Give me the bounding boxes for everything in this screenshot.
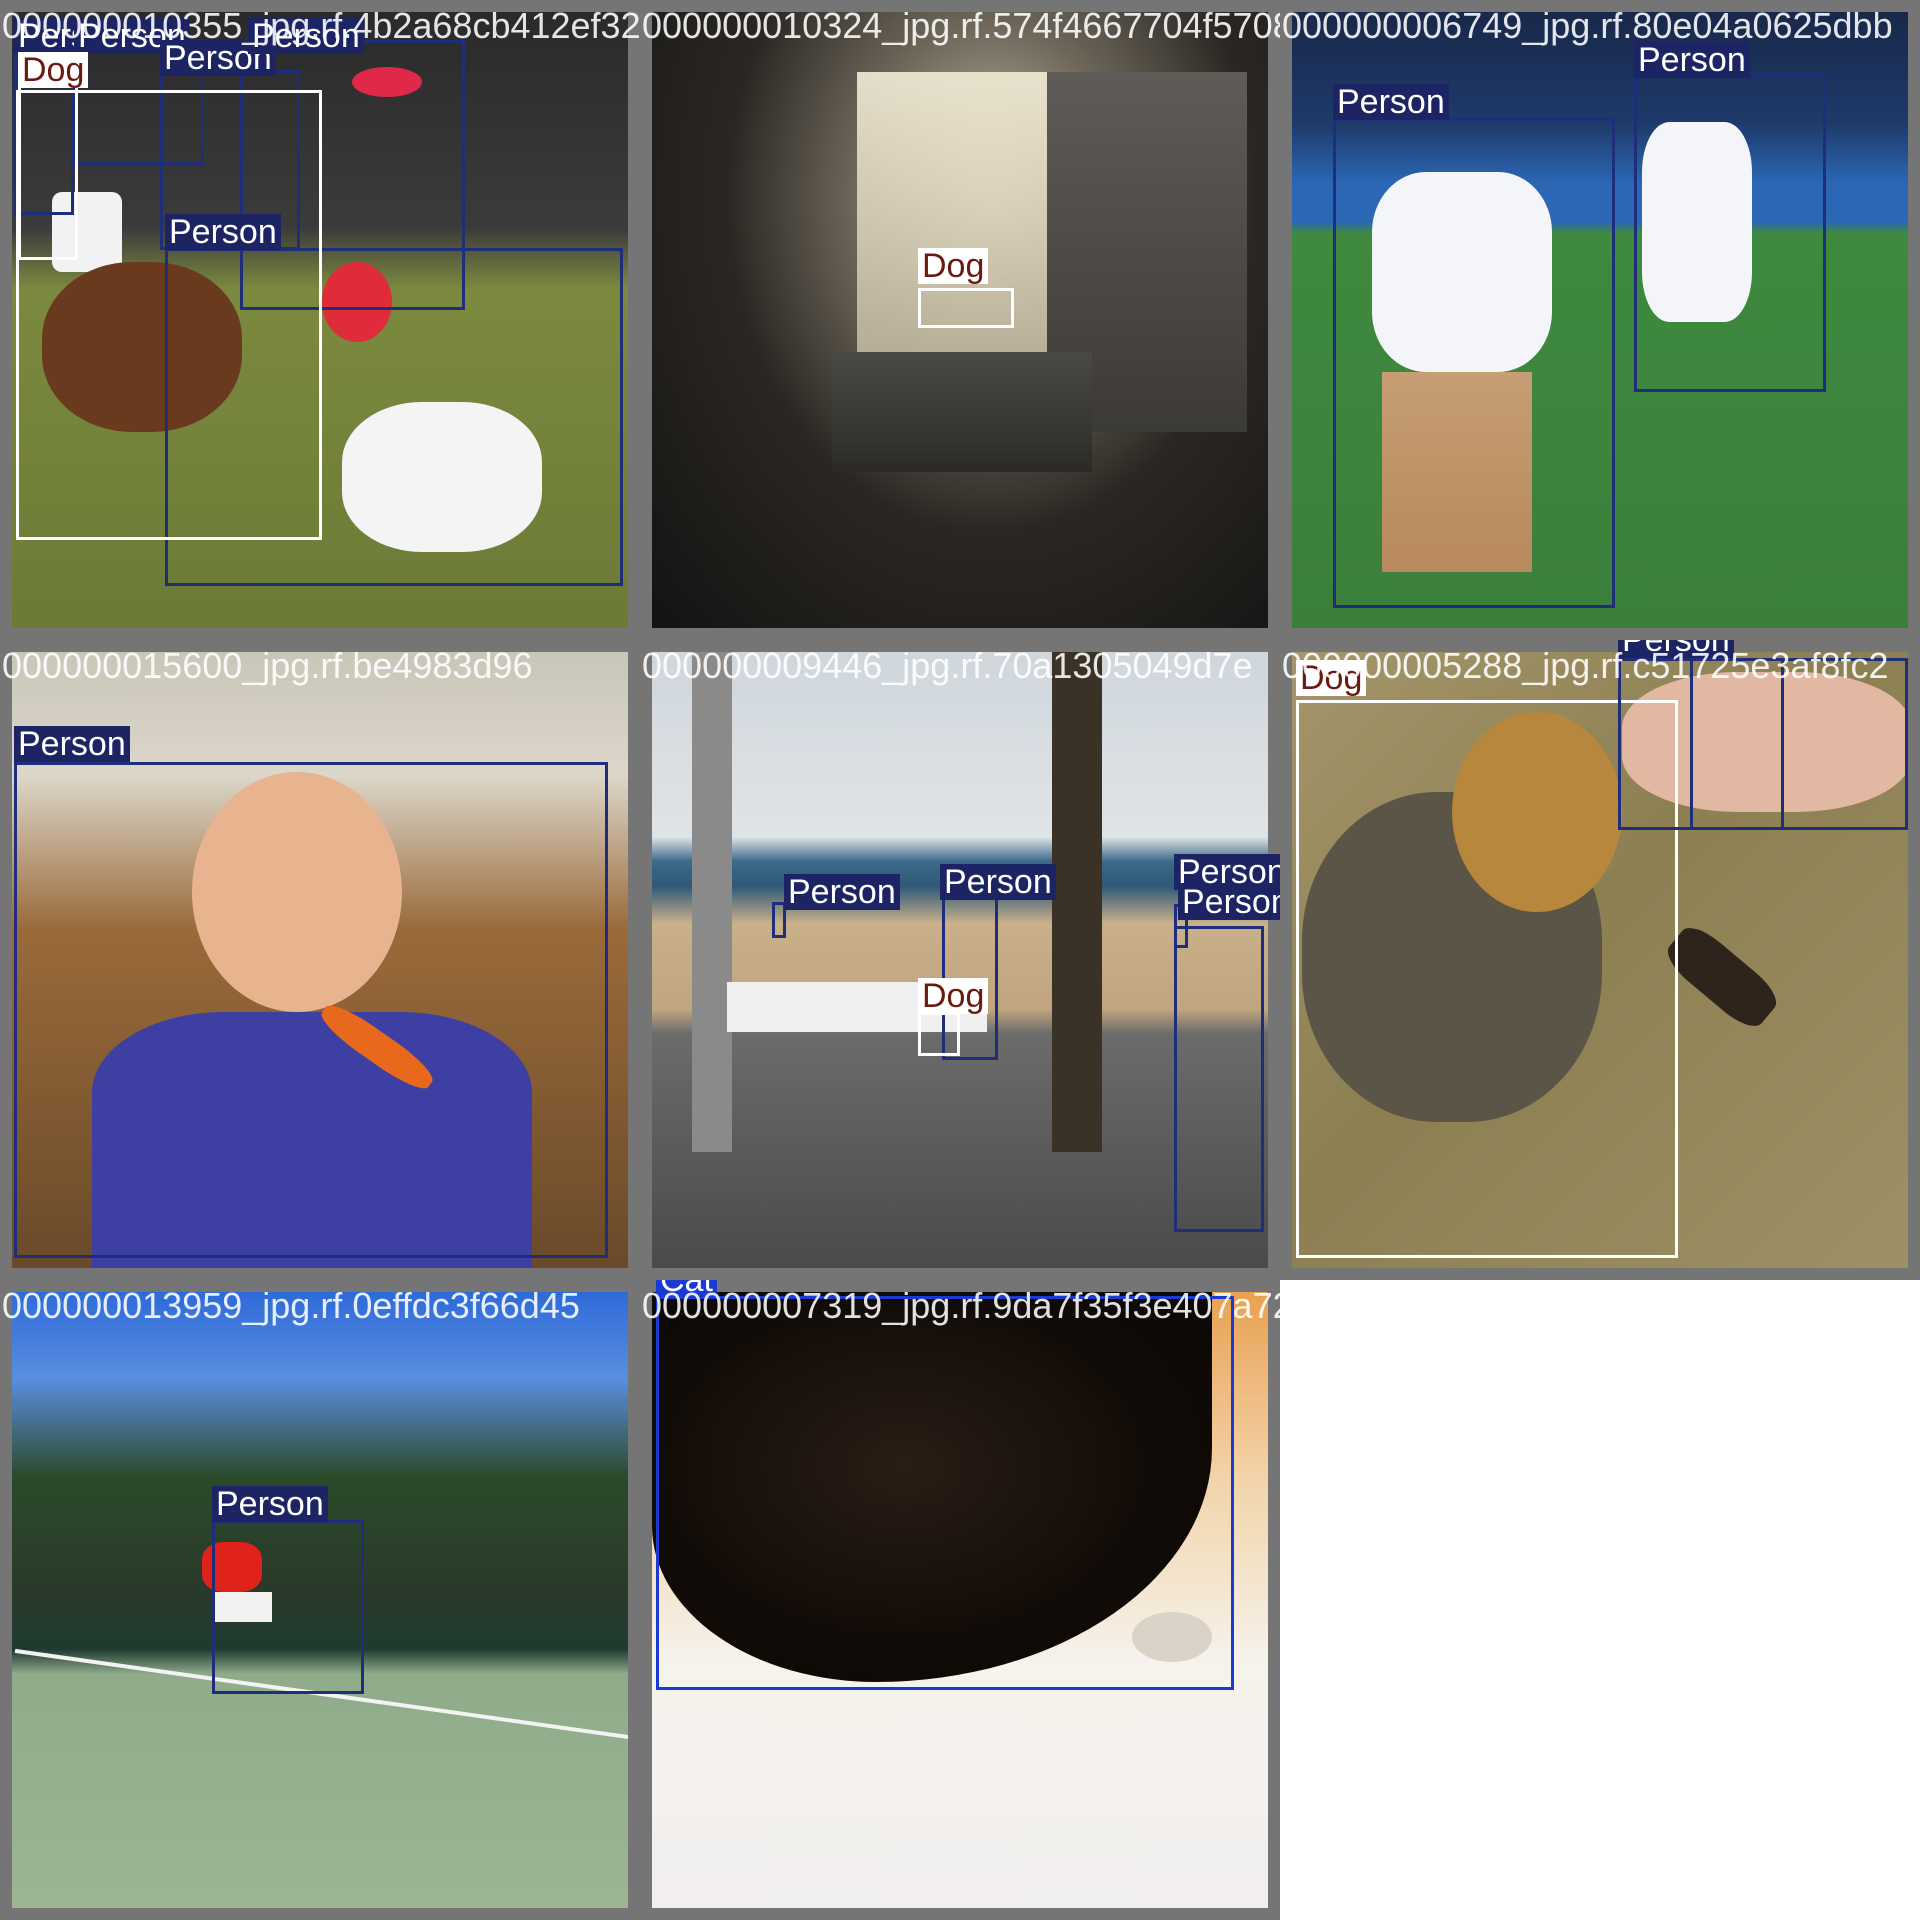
detection-label: Person xyxy=(1333,84,1449,120)
tile-filename: 000000015600_jpg.rf.be4983d96 xyxy=(2,645,533,686)
tile-filename: 000000013959_jpg.rf.0effdc3f66d45 xyxy=(2,1285,580,1326)
detection-label: Person xyxy=(1178,884,1280,920)
dog-box xyxy=(918,1012,960,1056)
person-box xyxy=(1634,74,1826,392)
detection-label: Person xyxy=(165,214,281,250)
person-box xyxy=(14,762,608,1258)
detection-label: Person xyxy=(1634,42,1750,78)
detection-label: Person xyxy=(14,726,130,762)
tile-filename: 000000005288_jpg.rf.c51725e3af8fc2 xyxy=(1282,645,1889,686)
detection-label: Person xyxy=(784,874,900,910)
detection-label: Person xyxy=(940,864,1056,900)
person-box xyxy=(212,1520,364,1694)
mosaic-tile-5[interactable]: Person Person Person Person Dog 00000000… xyxy=(640,640,1280,1280)
tile-filename: 000000006749_jpg.rf.80e04a0625dbb xyxy=(1282,5,1893,46)
mosaic-tile-8[interactable]: Cat 000000007319_jpg.rf.9da7f35f3e407a72… xyxy=(640,1280,1280,1920)
tile-filename: 000000007319_jpg.rf.9da7f35f3e407a725e61 xyxy=(642,1285,1280,1326)
detection-label: Dog xyxy=(18,52,89,88)
mosaic-tile-6[interactable]: Dog Person 000000005288_jpg.rf.c51725e3a… xyxy=(1280,640,1920,1280)
tile-filename: 000000010355_jpg.rf.4b2a68cb412ef3276298… xyxy=(2,5,640,46)
cat-box xyxy=(656,1296,1234,1690)
mosaic-tile-7[interactable]: Person 000000013959_jpg.rf.0effdc3f66d45 xyxy=(0,1280,640,1920)
detection-label: Dog xyxy=(918,978,989,1014)
mosaic-tile-2[interactable]: Dog 000000010324_jpg.rf.574f4667704f5708… xyxy=(640,0,1280,640)
mosaic-tile-3[interactable]: Person Person 000000006749_jpg.rf.80e04a… xyxy=(1280,0,1920,640)
person-box xyxy=(1333,118,1615,608)
detection-label: Person xyxy=(212,1486,328,1522)
mosaic-tile-1[interactable]: Person Person Person Person Person Dog 0… xyxy=(0,0,640,640)
empty-grid-cell xyxy=(1280,1280,1920,1920)
tile-filename: 000000009446_jpg.rf.70a1305049d7e xyxy=(642,645,1253,686)
tile-filename: 000000010324_jpg.rf.574f4667704f570824 xyxy=(642,5,1280,46)
mosaic-tile-4[interactable]: Person 000000015600_jpg.rf.be4983d96 xyxy=(0,640,640,1280)
dog-box xyxy=(918,288,1014,328)
person-box xyxy=(1174,926,1264,1232)
detection-label: Dog xyxy=(918,248,989,284)
